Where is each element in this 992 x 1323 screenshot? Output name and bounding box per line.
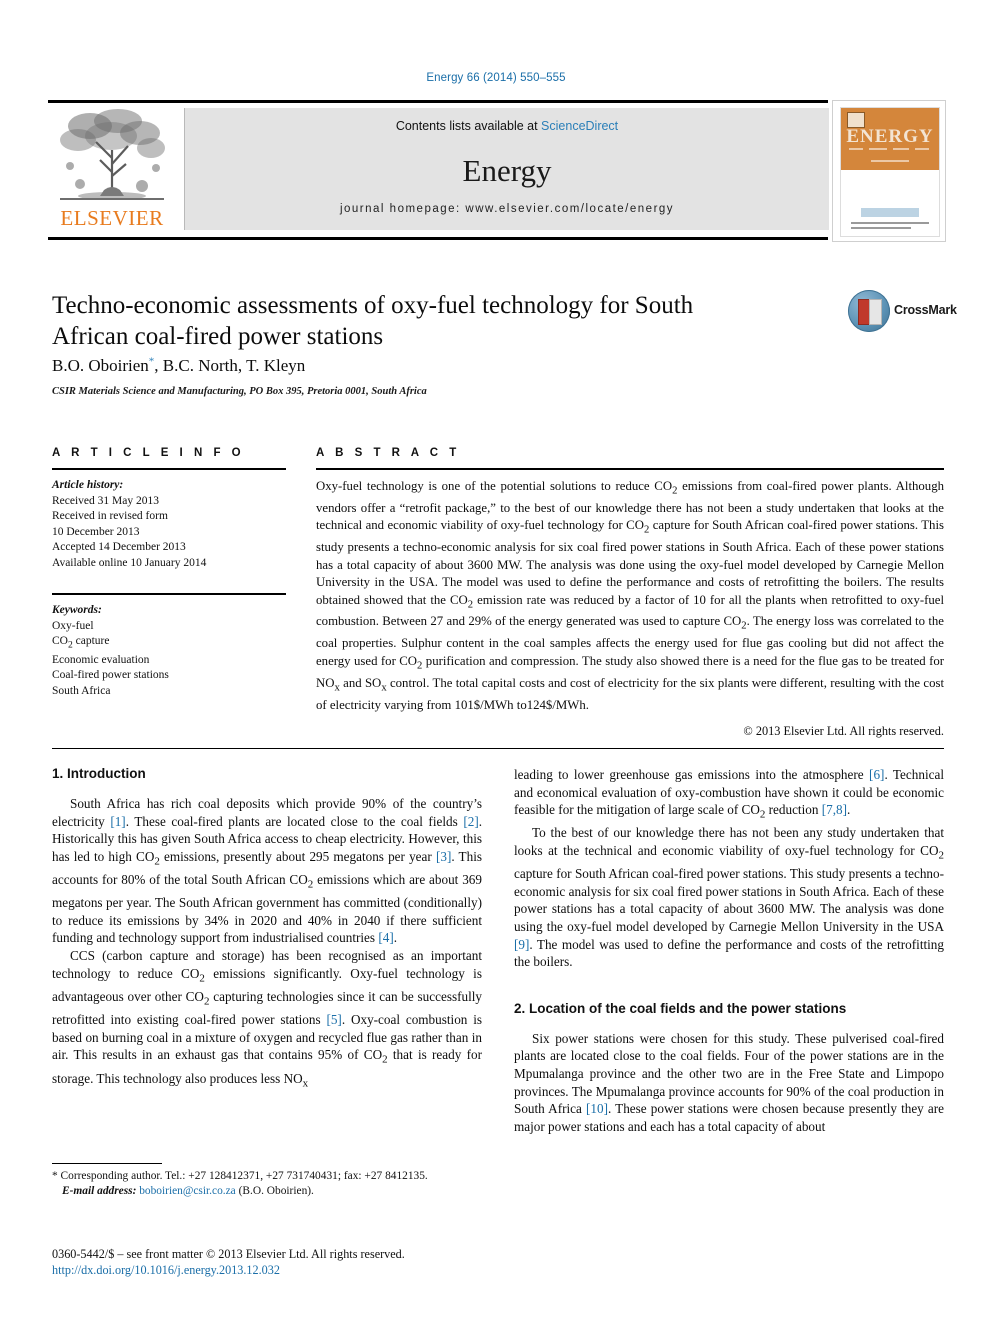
issn-copyright-line: 0360-5442/$ – see front matter © 2013 El… (52, 1247, 405, 1261)
running-head: Energy 66 (2014) 550–555 (426, 72, 566, 84)
keywords-label: Keywords: (52, 604, 102, 616)
journal-masthead: ELSEVIER Contents lists available at Sci… (48, 100, 946, 242)
masthead-bottom-rule (48, 237, 828, 240)
history-item: Accepted 14 December 2013 (52, 541, 186, 553)
citation-3[interactable]: [3] (436, 849, 451, 864)
doi-link[interactable]: http://dx.doi.org/10.1016/j.energy.2013.… (52, 1262, 532, 1278)
body-column-right: leading to lower greenhouse gas emission… (514, 766, 944, 1135)
keywords-block: Keywords: Oxy-fuel CO2 capture Economic … (52, 603, 286, 699)
elsevier-wordmark: ELSEVIER (60, 206, 164, 230)
footnote-rule (52, 1163, 162, 1164)
keyword-item: Coal-fired power stations (52, 669, 169, 682)
email-address-label: E-mail address: (62, 1185, 137, 1197)
contents-available-line: Contents lists available at ScienceDirec… (185, 119, 829, 133)
journal-homepage-link[interactable]: journal homepage: www.elsevier.com/locat… (185, 203, 829, 215)
imprint-block: 0360-5442/$ – see front matter © 2013 El… (52, 1246, 532, 1278)
intro-paragraph-2: CCS (carbon capture and storage) has bee… (52, 948, 482, 1090)
elsevier-tree-icon (60, 109, 165, 200)
history-item: 10 December 2013 (52, 525, 140, 538)
citation-1[interactable]: [1] (110, 814, 125, 829)
history-item: Received in revised form (52, 510, 168, 522)
journal-title: Energy (462, 153, 552, 188)
crossmark-book-right-icon (869, 299, 882, 325)
history-item: Available online 10 January 2014 (52, 556, 207, 569)
cover-sciencedirect-logo (861, 208, 919, 217)
abstract-bottom-rule (52, 748, 944, 749)
masthead-top-rule (48, 100, 828, 103)
corresponding-author-text: * Corresponding author. Tel.: +27 128412… (52, 1170, 428, 1182)
body-column-left: 1. Introduction South Africa has rich co… (52, 766, 482, 1093)
section-heading-introduction: 1. Introduction (52, 766, 146, 781)
contents-prefix: Contents lists available at (395, 119, 542, 133)
keyword-item: Oxy-fuel (52, 619, 94, 632)
journal-cover-thumbnail[interactable]: ENERGY (832, 100, 946, 242)
author-names: B.O. Oboirien*, B.C. North, T. Kleyn (52, 355, 306, 375)
crossmark-circle-icon (848, 290, 890, 332)
location-paragraph-1: Six power stations were chosen for this … (514, 1030, 944, 1134)
article-info-section: A R T I C L E I N F O Article history: R… (52, 447, 286, 699)
abstract-text: Oxy-fuel technology is one of the potent… (316, 479, 945, 712)
email-address-link[interactable]: boboirien@csir.co.za (139, 1185, 236, 1197)
abstract-copyright: © 2013 Elsevier Ltd. All rights reserved… (743, 724, 944, 739)
citation-7-8[interactable]: [7,8] (822, 802, 847, 817)
history-item: Received 31 May 2013 (52, 494, 159, 507)
article-history-block: Article history: Received 31 May 2013 Re… (52, 478, 286, 571)
corresponding-author-note: * Corresponding author. Tel.: +27 128412… (52, 1169, 482, 1199)
body-columns: 1. Introduction South Africa has rich co… (52, 766, 944, 1166)
corresponding-marker: * (148, 355, 155, 367)
citation-10[interactable]: [10] (586, 1101, 608, 1116)
citation-9[interactable]: [9] (514, 937, 529, 952)
abstract-section: A B S T R A C T Oxy-fuel technology is o… (316, 447, 944, 739)
crossmark-label: CrossMark (894, 303, 957, 317)
affiliation: CSIR Materials Science and Manufacturing… (52, 386, 427, 397)
keyword-item: CO2 capture (52, 635, 110, 651)
article-info-rule-mid (52, 593, 286, 595)
abstract-rule-top (316, 468, 944, 470)
section-heading-location: 2. Location of the coal fields and the p… (514, 1000, 847, 1016)
article-info-rule-top (52, 468, 286, 470)
citation-5[interactable]: [5] (326, 1012, 341, 1027)
author-list: B.O. Oboirien*, B.C. North, T. Kleyn (52, 355, 752, 376)
sciencedirect-link[interactable]: ScienceDirect (541, 119, 618, 133)
article-history-label: Article history: (52, 479, 124, 491)
keyword-item: Economic evaluation (52, 653, 150, 666)
keyword-item: South Africa (52, 684, 111, 697)
citation-6[interactable]: [6] (869, 767, 884, 782)
intro-paragraph-4: To the best of our knowledge there has n… (514, 825, 944, 970)
paper-page: Energy 66 (2014) 550–555 ELSEVIER Conten… (0, 0, 992, 1323)
abstract-heading: A B S T R A C T (316, 447, 461, 459)
cover-inner: ENERGY (840, 107, 940, 237)
elsevier-logo[interactable]: ELSEVIER (48, 106, 176, 238)
intro-paragraph-1: South Africa has rich coal deposits whic… (52, 796, 483, 946)
email-owner: (B.O. Oboirien). (238, 1185, 314, 1197)
journal-banner: Contents lists available at ScienceDirec… (184, 108, 829, 230)
footnote-block: * Corresponding author. Tel.: +27 128412… (52, 1163, 482, 1199)
article-info-heading: A R T I C L E I N F O (52, 447, 245, 459)
crossmark-badge[interactable]: CrossMark (848, 290, 957, 336)
page-title: Techno-economic assessments of oxy-fuel … (52, 292, 694, 350)
intro-paragraph-3: leading to lower greenhouse gas emission… (514, 767, 944, 821)
citation-4[interactable]: [4] (378, 930, 393, 945)
citation-2[interactable]: [2] (463, 814, 478, 829)
cover-journal-title: ENERGY (846, 126, 934, 147)
